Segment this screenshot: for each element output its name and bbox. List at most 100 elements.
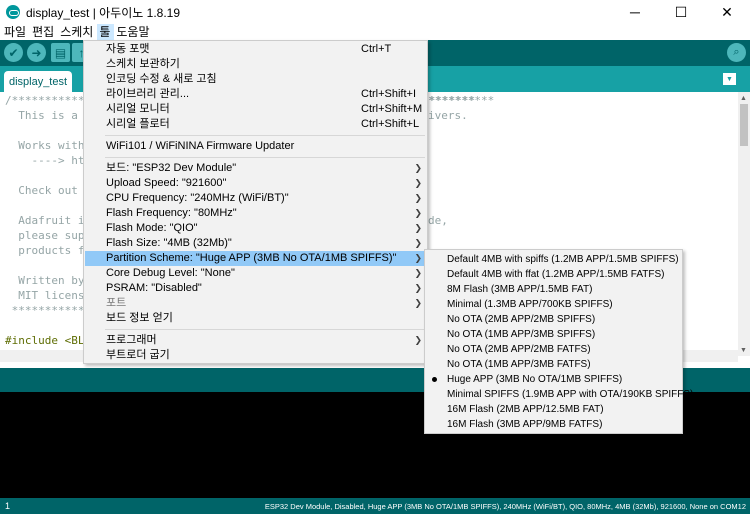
partition-option-selected[interactable]: Huge APP (3MB No OTA/1MB SPIFFS) (426, 372, 681, 387)
menu-item-serial-plotter[interactable]: 시리얼 플로터 Ctrl+Shift+L (85, 117, 426, 132)
menu-item-label: 프로그래머 (106, 334, 157, 346)
menu-item-label: Core Debug Level: "None" (106, 267, 235, 279)
minimize-button[interactable]: ─ (612, 0, 658, 24)
menu-sketch[interactable]: 스케치 (58, 24, 97, 40)
menu-item-label: CPU Frequency: "240MHz (WiFi/BT)" (106, 192, 289, 204)
code-line: Adafruit i (5, 214, 85, 227)
menu-item-label: Flash Size: "4MB (32Mb)" (106, 237, 232, 249)
menu-edit[interactable]: 편집 (30, 24, 58, 40)
code-line-tail: ivers. (428, 109, 468, 122)
partition-option[interactable]: 16M Flash (3MB APP/9MB FATFS) (426, 417, 681, 432)
menu-separator (105, 135, 425, 136)
menu-item-auto-format[interactable]: 자동 포맷 Ctrl+T (85, 42, 426, 57)
scroll-up-icon[interactable]: ▲ (740, 95, 747, 102)
menu-item-flash-mode[interactable]: Flash Mode: "QIO" ❯ (85, 221, 426, 236)
menu-item-archive-sketch[interactable]: 스케치 보관하기 (85, 57, 426, 72)
menu-item-label: WiFi101 / WiFiNINA Firmware Updater (106, 140, 295, 152)
tools-dropdown-menu: 자동 포맷 Ctrl+T 스케치 보관하기 인코딩 수정 & 새로 고침 라이브… (83, 40, 428, 364)
new-sketch-button[interactable]: ▤ (51, 43, 70, 62)
scroll-down-icon[interactable]: ▼ (740, 347, 747, 354)
menu-item-label: Flash Frequency: "80MHz" (106, 207, 237, 219)
editor-vertical-scrollbar[interactable]: ▲ ▼ (738, 92, 750, 356)
partition-option[interactable]: No OTA (1MB APP/3MB FATFS) (426, 357, 681, 372)
chevron-right-icon: ❯ (414, 223, 422, 233)
tab-display-test[interactable]: display_test (4, 71, 72, 92)
menu-item-shortcut: Ctrl+T (361, 43, 392, 55)
title-bar: display_test | 아두이노 1.8.19 ─ ☐ ✕ (0, 0, 750, 24)
partition-option[interactable]: 8M Flash (3MB APP/1.5MB FAT) (426, 282, 681, 297)
menu-item-flash-frequency[interactable]: Flash Frequency: "80MHz" ❯ (85, 206, 426, 221)
chevron-right-icon: ❯ (414, 268, 422, 278)
menu-item-board[interactable]: 보드: "ESP32 Dev Module" ❯ (85, 161, 426, 176)
partition-scheme-submenu: Default 4MB with spiffs (1.2MB APP/1.5MB… (424, 249, 693, 434)
menu-item-fix-encoding[interactable]: 인코딩 수정 & 새로 고침 (85, 72, 426, 87)
partition-option[interactable]: 16M Flash (2MB APP/12.5MB FAT) (426, 402, 681, 417)
menu-item-shortcut: Ctrl+Shift+L (361, 118, 420, 130)
serial-monitor-button[interactable]: ⌕ (727, 43, 746, 62)
menu-item-manage-libraries[interactable]: 라이브러리 관리... Ctrl+Shift+I (85, 87, 426, 102)
menu-item-label: PSRAM: "Disabled" (106, 282, 202, 294)
tab-menu-button[interactable]: ▼ (723, 73, 736, 85)
chevron-right-icon: ❯ (414, 178, 422, 188)
menu-item-label: 스케치 보관하기 (106, 58, 180, 70)
partition-option[interactable]: Minimal (1.3MB APP/700KB SPIFFS) (426, 297, 681, 312)
menu-item-label: 라이브러리 관리... (106, 88, 190, 100)
chevron-right-icon: ❯ (414, 253, 422, 263)
chevron-right-icon: ❯ (414, 283, 422, 293)
menu-separator (105, 329, 425, 330)
partition-option[interactable]: Default 4MB with spiffs (1.2MB APP/1.5MB… (426, 252, 681, 267)
menu-item-label: 보드 정보 얻기 (106, 312, 173, 324)
menu-separator (105, 157, 425, 158)
upload-button[interactable]: ➜ (27, 43, 46, 62)
magnifier-icon: ⌕ (733, 46, 740, 58)
menu-item-port[interactable]: 포트 ❯ (85, 296, 426, 311)
partition-option[interactable]: Default 4MB with ffat (1.2MB APP/1.5MB F… (426, 267, 681, 282)
menu-item-upload-speed[interactable]: Upload Speed: "921600" ❯ (85, 176, 426, 191)
window-controls: ─ ☐ ✕ (612, 0, 750, 24)
menu-item-label: 부트로더 굽기 (106, 349, 170, 361)
menu-item-core-debug-level[interactable]: Core Debug Level: "None" ❯ (85, 266, 426, 281)
menu-item-label: Upload Speed: "921600" (106, 177, 227, 189)
partition-option[interactable]: No OTA (2MB APP/2MB FATFS) (426, 342, 681, 357)
partition-option[interactable]: No OTA (2MB APP/2MB SPIFFS) (426, 312, 681, 327)
menu-item-label: 보드: "ESP32 Dev Module" (106, 162, 237, 174)
menu-item-label: 자동 포맷 (106, 43, 150, 55)
arrow-right-icon: ➜ (31, 45, 42, 60)
close-button[interactable]: ✕ (704, 0, 750, 24)
menu-item-label: 포트 (106, 297, 127, 309)
partition-option[interactable]: No OTA (1MB APP/3MB SPIFFS) (426, 327, 681, 342)
menu-item-psram[interactable]: PSRAM: "Disabled" ❯ (85, 281, 426, 296)
code-line: MIT licens (5, 289, 85, 302)
menu-item-firmware-updater[interactable]: WiFi101 / WiFiNINA Firmware Updater (85, 139, 426, 154)
menu-item-flash-size[interactable]: Flash Size: "4MB (32Mb)" ❯ (85, 236, 426, 251)
triangle-down-icon: ▼ (726, 75, 733, 83)
code-line-tail: ********** (428, 94, 495, 107)
menu-item-board-info[interactable]: 보드 정보 얻기 (85, 311, 426, 326)
code-line: Written by (5, 274, 85, 287)
menu-item-label: 시리얼 플로터 (106, 118, 170, 130)
chevron-right-icon: ❯ (414, 208, 422, 218)
code-line: please sup (5, 229, 85, 242)
menu-item-shortcut: Ctrl+Shift+M (361, 103, 423, 115)
scroll-thumb[interactable] (740, 104, 748, 146)
chevron-right-icon: ❯ (414, 335, 422, 345)
menu-item-programmer[interactable]: 프로그래머 ❯ (85, 333, 426, 348)
menu-item-burn-bootloader[interactable]: 부트로더 굽기 (85, 348, 426, 363)
maximize-button[interactable]: ☐ (658, 0, 704, 24)
menu-file[interactable]: 파일 (2, 24, 30, 40)
partition-option[interactable]: Minimal SPIFFS (1.9MB APP with OTA/190KB… (426, 387, 693, 402)
menu-help[interactable]: 도움말 (114, 24, 153, 40)
menu-tools[interactable]: 툴 (97, 24, 115, 40)
menu-item-serial-monitor[interactable]: 시리얼 모니터 Ctrl+Shift+M (85, 102, 426, 117)
code-line: Check out (5, 184, 78, 197)
chevron-right-icon: ❯ (414, 298, 422, 308)
verify-button[interactable]: ✔ (4, 43, 23, 62)
code-line: products f (5, 244, 85, 257)
menu-item-cpu-frequency[interactable]: CPU Frequency: "240MHz (WiFi/BT)" ❯ (85, 191, 426, 206)
window-title: display_test | 아두이노 1.8.19 (26, 5, 181, 20)
chevron-right-icon: ❯ (414, 238, 422, 248)
status-board-info: ESP32 Dev Module, Disabled, Huge APP (3M… (264, 502, 746, 511)
menu-item-partition-scheme[interactable]: Partition Scheme: "Huge APP (3MB No OTA/… (85, 251, 426, 266)
chevron-right-icon: ❯ (414, 163, 422, 173)
code-line: #include <BL (5, 334, 85, 347)
